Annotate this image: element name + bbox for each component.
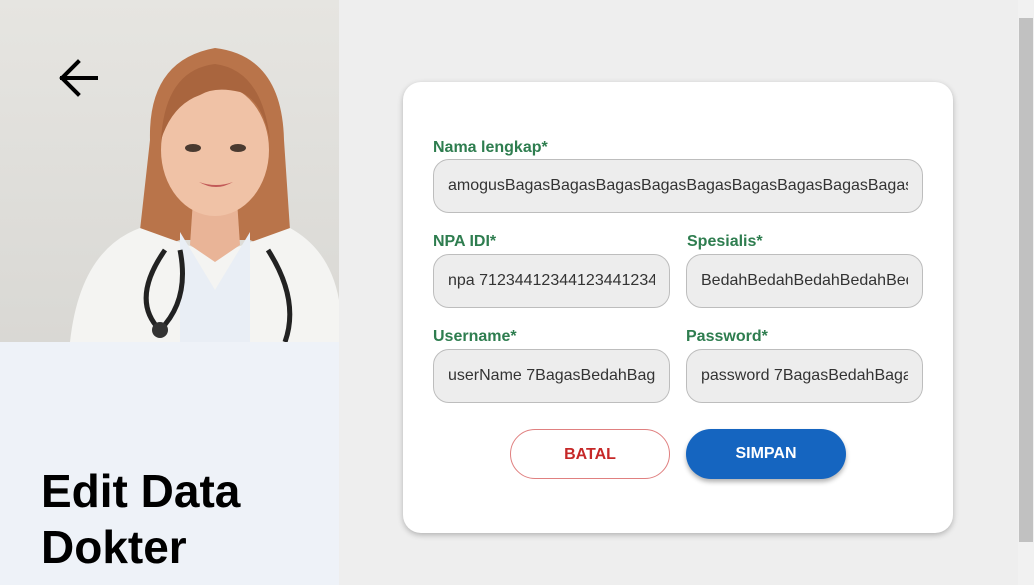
password-input[interactable] [686, 349, 923, 403]
arrow-left-icon [59, 59, 98, 97]
username-input[interactable] [433, 349, 670, 403]
cancel-button[interactable]: BATAL [510, 429, 670, 479]
npa-label: NPA IDI* [433, 233, 497, 250]
doctor-photo [0, 0, 339, 342]
nama-label: Nama lengkap* [433, 139, 548, 156]
edit-form-card: Nama lengkap* NPA IDI* Spesialis* Userna… [403, 82, 953, 533]
nama-input[interactable] [433, 159, 923, 213]
save-button[interactable]: SIMPAN [686, 429, 846, 479]
spesialis-input[interactable] [686, 254, 923, 308]
page-title: Edit Data Dokter [41, 465, 241, 573]
scrollbar[interactable] [1018, 0, 1034, 585]
spesialis-label: Spesialis* [687, 233, 763, 250]
password-label: Password* [686, 328, 768, 345]
npa-input[interactable] [433, 254, 670, 308]
scrollbar-thumb[interactable] [1019, 18, 1033, 542]
back-button[interactable] [54, 56, 102, 100]
doctor-illustration [70, 48, 339, 342]
username-label: Username* [433, 328, 517, 345]
left-panel: Edit Data Dokter [0, 0, 339, 585]
